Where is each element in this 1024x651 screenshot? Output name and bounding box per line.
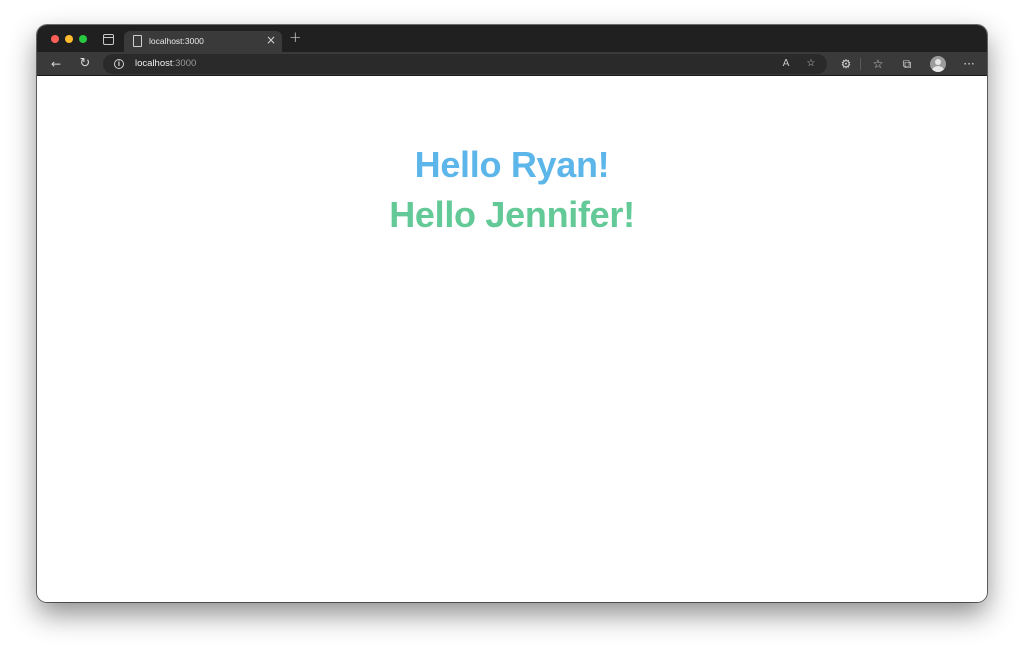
close-window-button[interactable] bbox=[51, 35, 59, 43]
tab-strip: localhost:3000 × + bbox=[37, 25, 987, 52]
new-tab-button[interactable]: + bbox=[289, 28, 302, 46]
url-text[interactable]: localhost:3000 bbox=[135, 58, 196, 69]
url-host: localhost bbox=[135, 58, 173, 69]
collections-icon[interactable]: ⧉ bbox=[898, 55, 916, 73]
maximize-window-button[interactable] bbox=[79, 35, 87, 43]
minimize-window-button[interactable] bbox=[65, 35, 73, 43]
reload-button[interactable]: ↻ bbox=[76, 55, 94, 73]
more-menu-icon[interactable]: ··· bbox=[959, 55, 979, 73]
greeting-jennifer: Hello Jennifer! bbox=[389, 194, 635, 235]
read-aloud-icon[interactable]: A bbox=[777, 55, 795, 73]
page-icon bbox=[133, 35, 142, 47]
tab-close-icon[interactable]: × bbox=[266, 33, 276, 47]
extensions-icon[interactable]: ⚙ bbox=[837, 55, 855, 73]
tab-localhost[interactable]: localhost:3000 × bbox=[124, 31, 282, 52]
browser-toolbar: ← ↻ i localhost:3000 A ☆ ⚙ ☆ ⧉ ··· bbox=[37, 52, 987, 76]
greeting-ryan: Hello Ryan! bbox=[414, 144, 610, 185]
page-content: Hello Ryan! Hello Jennifer! bbox=[37, 77, 987, 602]
add-favorite-icon[interactable]: ☆ bbox=[802, 55, 820, 73]
browser-window: localhost:3000 × + ← ↻ i localhost:3000 … bbox=[37, 25, 987, 602]
profile-avatar[interactable] bbox=[930, 56, 946, 72]
favorites-icon[interactable]: ☆ bbox=[869, 55, 887, 73]
site-info-icon[interactable]: i bbox=[114, 59, 124, 69]
address-bar[interactable]: i localhost:3000 A ☆ bbox=[103, 54, 827, 74]
url-port: :3000 bbox=[172, 58, 197, 69]
toolbar-divider bbox=[860, 58, 861, 70]
back-button[interactable]: ← bbox=[47, 55, 65, 73]
tab-actions-icon[interactable] bbox=[103, 34, 114, 45]
tab-title: localhost:3000 bbox=[149, 36, 204, 46]
